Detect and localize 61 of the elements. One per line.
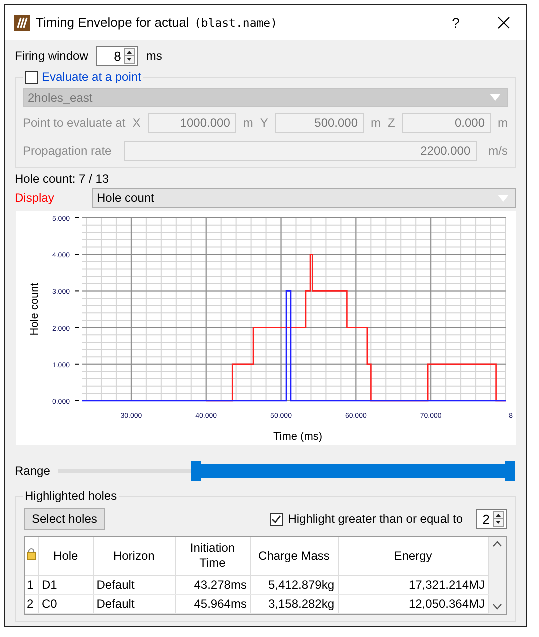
unit-label: m/s — [488, 144, 508, 158]
checkbox-label[interactable]: Highlight greater than or equal to — [288, 512, 463, 526]
scroll-down-icon — [493, 604, 502, 610]
field-label: Point to evaluate at — [23, 116, 126, 130]
table-cell: D1 — [38, 576, 94, 594]
tick-mark — [74, 400, 79, 402]
display-label: Display — [15, 191, 56, 205]
close-icon — [498, 16, 510, 28]
dropdown-caret-icon — [498, 194, 509, 202]
tick-mark — [74, 327, 79, 328]
table-cell: Default — [93, 576, 175, 594]
checkmark-icon — [271, 514, 282, 524]
window-title: Timing Envelope for actual — [36, 15, 190, 30]
unit-label: m — [498, 116, 508, 130]
spin-arrows-icon — [493, 511, 504, 527]
unit-label: m — [243, 116, 254, 130]
field-label: Propagation rate — [23, 144, 113, 158]
x-axis-title: Time (ms) — [272, 431, 322, 443]
field-label: Firing window — [15, 49, 88, 63]
column-header[interactable]: Energy — [338, 537, 488, 576]
tick-mark — [74, 290, 79, 292]
unit-label: ms — [146, 49, 162, 63]
tick-mark — [74, 254, 79, 256]
range-slider-track[interactable] — [58, 461, 515, 481]
table-cell: 17,321.214MJ — [338, 576, 488, 594]
table-cell: Default — [93, 594, 175, 614]
firing-window-spinbox[interactable]: 8 — [96, 46, 138, 66]
dropdown-caret-icon — [490, 94, 501, 101]
window-subtitle: (blast.name) — [194, 16, 278, 30]
range-slider-fill[interactable] — [190, 461, 515, 481]
threshold-spinbox[interactable]: 2 — [476, 509, 507, 529]
column-header[interactable]: Hole — [38, 537, 94, 576]
table-cell: 43.278ms — [175, 576, 250, 594]
scroll-up-icon — [493, 541, 502, 547]
table-cell: 5,412.879kg — [250, 576, 338, 594]
hole-count-label: Hole count: 7 / 13 — [15, 172, 110, 186]
column-header[interactable]: Charge Mass — [250, 537, 338, 576]
table-cell: 12,050.364MJ — [338, 594, 488, 614]
help-button[interactable]: ? — [436, 14, 476, 30]
axis-label: X — [132, 116, 141, 130]
row-number: 1 — [25, 576, 38, 594]
table-cell: 3,158.282kg — [250, 594, 338, 614]
row-number: 2 — [25, 594, 38, 614]
column-header[interactable]: Horizon — [93, 537, 175, 576]
display-dropdown[interactable]: Hole count — [92, 188, 516, 208]
y-axis-title: Hole count — [28, 283, 40, 336]
app-logo-icon — [14, 14, 30, 30]
padlock-icon — [27, 548, 36, 560]
axis-label: Y — [260, 116, 268, 130]
table-cell: 45.964ms — [175, 594, 250, 614]
vertical-scrollbar[interactable] — [489, 537, 506, 614]
group-title: Highlighted holes — [25, 489, 118, 503]
tick-mark — [74, 364, 79, 365]
select-holes-button[interactable]: Select holes — [24, 508, 106, 530]
spin-arrows-icon — [124, 48, 136, 64]
axis-label: Z — [388, 116, 396, 130]
checkbox[interactable] — [270, 512, 284, 526]
column-header[interactable]: Initiation Time — [175, 537, 250, 576]
unit-label: m — [371, 116, 382, 130]
range-label: Range — [15, 464, 50, 478]
table-cell: C0 — [38, 594, 94, 614]
